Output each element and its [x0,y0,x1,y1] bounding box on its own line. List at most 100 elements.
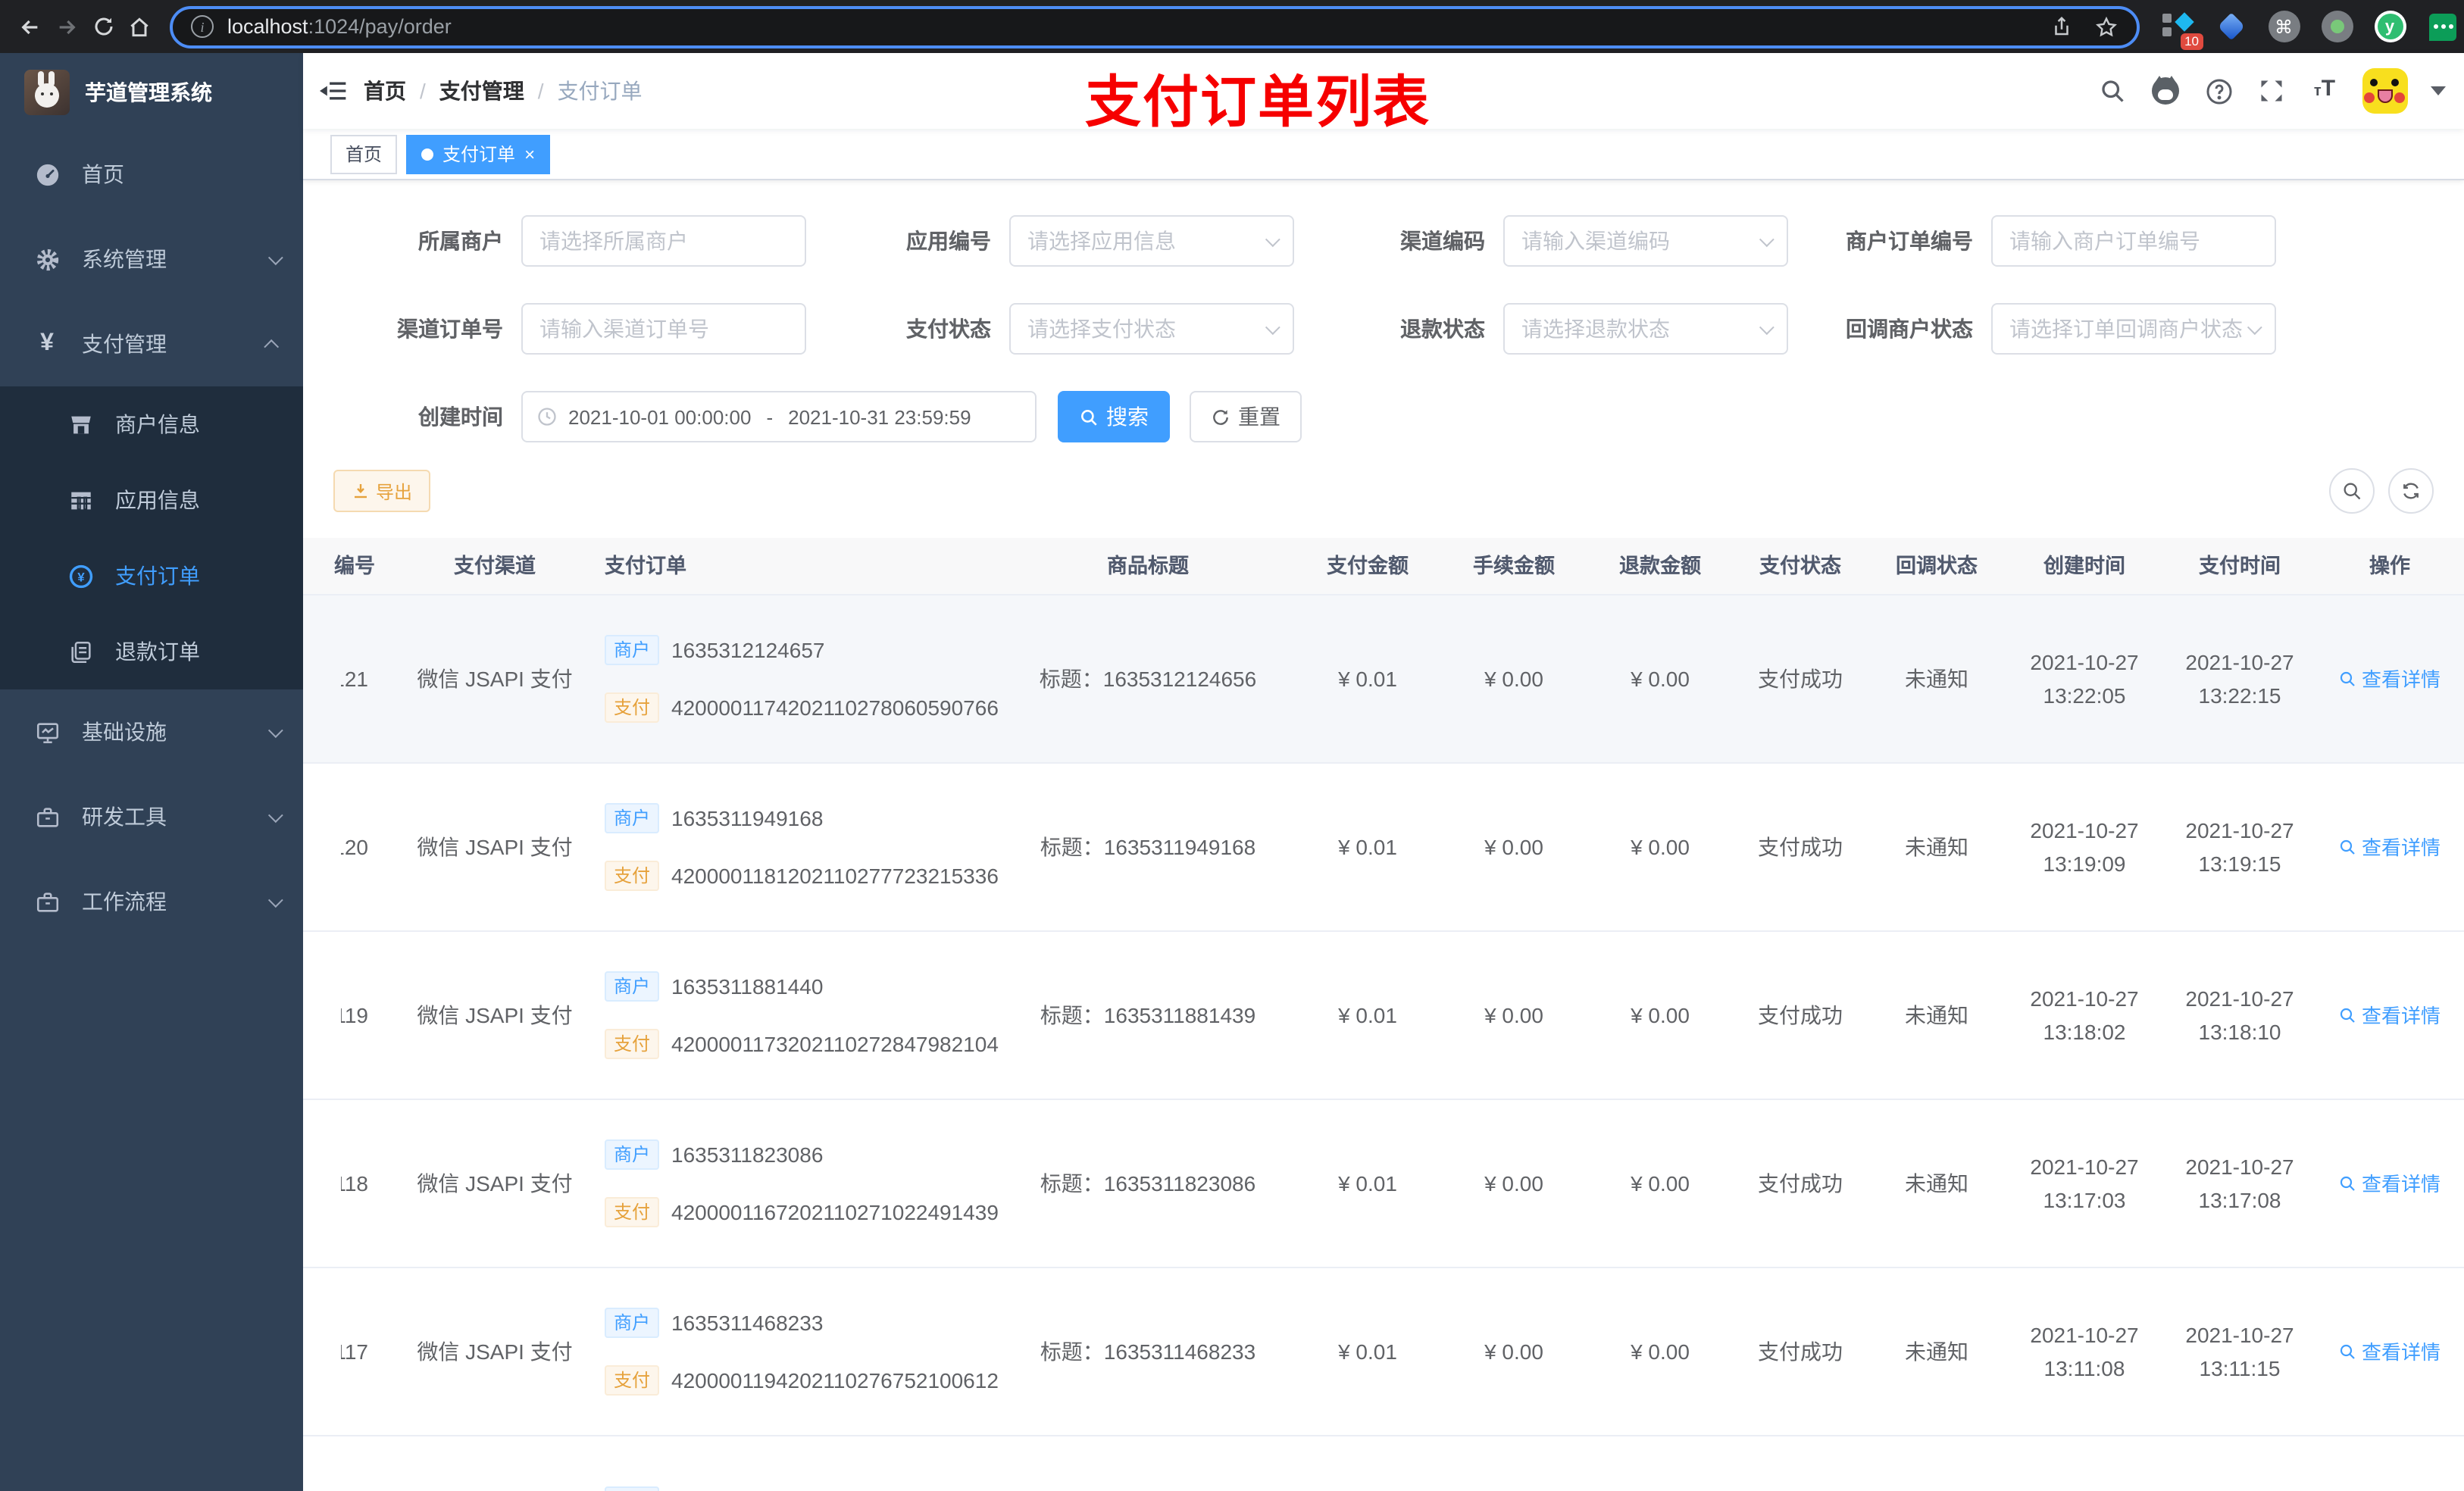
breadcrumb-home[interactable]: 首页 [364,76,406,106]
fullscreen-icon[interactable] [2256,76,2287,106]
sidebar-item-merchant-info[interactable]: 商户信息 [0,386,303,462]
pay-tag: 支付 [605,1029,660,1059]
callback-status-select[interactable]: 请选择订单回调商户状态 [1991,303,2276,355]
pay-status: 支付成功 [1758,1339,1843,1363]
created-time: 2021-10-27 13:17:03 [2030,1155,2139,1212]
chevron-down-icon [267,722,283,738]
view-detail-link[interactable]: 查看详情 [2339,1336,2441,1368]
channel-code-select[interactable]: 请输入渠道编码 [1503,215,1788,267]
callback-status: 未通知 [1905,834,1968,858]
yen-icon: ¥ [40,330,54,356]
bookmark-star-icon[interactable] [2094,14,2118,39]
merchant-tag: 商户 [605,635,660,665]
clock-icon [536,406,558,427]
monitor-icon [33,718,61,746]
font-size-icon[interactable]: тT [2309,76,2340,106]
sidebar-item-pay-order[interactable]: ¥ 支付订单 [0,538,303,614]
refund-status-select[interactable]: 请选择退款状态 [1503,303,1788,355]
extension-chat-icon[interactable] [2426,10,2459,43]
sidebar-item-workflow[interactable]: 工作流程 [0,859,303,944]
merchant-order-no-input[interactable]: 请输入商户订单编号 [1991,215,2276,267]
site-info-icon[interactable]: i [191,15,214,38]
close-icon[interactable]: × [524,145,535,163]
view-detail-link[interactable]: 查看详情 [2339,999,2441,1031]
fee-amount: ¥ 0.00 [1484,666,1543,690]
sidebar-collapse-icon[interactable] [303,53,364,129]
pay-tag: 支付 [605,1365,660,1396]
product-title: 标题：1635311881439 [1040,1002,1256,1027]
reset-button[interactable]: 重置 [1190,391,1302,442]
github-icon[interactable] [2150,76,2181,106]
avatar-caret-icon[interactable] [2431,86,2446,95]
header-search-icon[interactable] [2097,76,2128,106]
view-detail-link[interactable]: 查看详情 [2339,663,2441,695]
sidebar-item-payment[interactable]: ¥ 支付管理 [0,302,303,386]
search-button[interactable]: 搜索 [1058,391,1170,442]
browser-back-icon[interactable] [12,8,48,45]
sidebar-item-infrastructure[interactable]: 基础设施 [0,689,303,774]
pay-amount: ¥ 0.01 [1338,1339,1397,1363]
extension-y-icon[interactable]: y [2373,10,2406,43]
merchant-tag: 商户 [605,1139,660,1170]
extension-kite-icon[interactable] [2214,10,2247,43]
extension-command-icon[interactable]: ⌘ [2267,10,2300,43]
view-detail-link[interactable]: 查看详情 [2339,1167,2441,1199]
breadcrumb-section[interactable]: 支付管理 [439,76,524,106]
chevron-down-icon [1759,319,1775,335]
product-title: 标题：1635311823086 [1040,1171,1256,1195]
product-title: 标题：1635312124656 [1039,666,1257,690]
table-row[interactable]: 118 微信 JSAPI 支付 商户 1635311823086 支付 420000… [303,1100,2464,1268]
help-icon[interactable] [2203,76,2234,106]
browser-forward-icon[interactable] [48,8,85,45]
pay-channel: 微信 JSAPI 支付 [417,1339,573,1363]
sidebar-logo[interactable]: 芋道管理系统 [0,53,303,132]
pay-order-no: 4200001173202110272847982104 [671,1031,999,1055]
filter-app: 应用编号 请选择应用信息 [821,215,1294,267]
created-time: 2021-10-27 13:18:02 [2030,986,2139,1044]
chevron-down-icon [2247,319,2262,335]
table-row[interactable]: 121 微信 JSAPI 支付 商户 1635312124657 支付 420000… [303,595,2464,764]
table-row[interactable]: 119 微信 JSAPI 支付 商户 1635311881440 支付 420000… [303,932,2464,1100]
filter-pay-status: 支付状态 请选择支付状态 [821,303,1294,355]
navbar-actions: тT [2097,68,2464,114]
extension-dot-icon[interactable] [2320,10,2353,43]
export-button[interactable]: 导出 [333,470,431,512]
filter-merchant: 所属商户 请选择所属商户 [333,215,806,267]
app-select[interactable]: 请选择应用信息 [1009,215,1294,267]
refresh-button[interactable] [2388,468,2434,514]
merchant-order-no: 1635312124657 [671,637,825,661]
sidebar-item-refund-order[interactable]: 退款订单 [0,614,303,689]
view-detail-link[interactable]: 查看详情 [2339,831,2441,863]
toggle-search-button[interactable] [2329,468,2375,514]
merchant-input[interactable]: 请选择所属商户 [521,215,806,267]
table-row[interactable]: 117 微信 JSAPI 支付 商户 1635311468233 支付 420000… [303,1268,2464,1436]
pay-status-select[interactable]: 请选择支付状态 [1009,303,1294,355]
pay-channel: 微信 JSAPI 支付 [417,834,573,858]
fee-amount: ¥ 0.00 [1484,834,1543,858]
callback-status: 未通知 [1905,1171,1968,1195]
active-dot-icon [421,148,434,160]
avatar[interactable] [2362,68,2408,114]
table-row[interactable]: 120 微信 JSAPI 支付 商户 1635311949168 支付 420000… [303,764,2464,932]
date-range-input[interactable]: 2021-10-01 00:00:00 - 2021-10-31 23:59:5… [521,391,1037,442]
pay-order-table: 编号 支付渠道 支付订单 商品标题 支付金额 手续金额 退款金额 支付状态 回调… [303,538,2464,1491]
sidebar-item-app-info[interactable]: 应用信息 [0,462,303,538]
grid-icon [67,486,94,514]
sidebar-item-dev-tools[interactable]: 研发工具 [0,774,303,859]
browser-reload-icon[interactable] [85,8,121,45]
address-bar[interactable]: i localhost:1024/pay/order [170,5,2140,48]
breadcrumb-current: 支付订单 [557,79,643,103]
table-row-partial[interactable]: 商户 1635311054796 [303,1436,2464,1491]
extension-grid-icon[interactable]: 10 [2161,10,2203,49]
tab-pay-order[interactable]: 支付订单 × [406,134,551,173]
browser-home-icon[interactable] [121,8,158,45]
share-icon[interactable] [2050,15,2073,38]
yen-circle-icon: ¥ [67,562,94,589]
logo-rabbit-image [24,70,70,115]
created-time: 2021-10-27 13:22:05 [2030,650,2139,708]
app-title: 芋道管理系统 [85,80,212,105]
channel-order-no-input[interactable]: 请输入渠道订单号 [521,303,806,355]
sidebar-item-home[interactable]: 首页 [0,132,303,217]
tab-home[interactable]: 首页 [330,134,398,173]
sidebar-item-system[interactable]: 系统管理 [0,217,303,302]
